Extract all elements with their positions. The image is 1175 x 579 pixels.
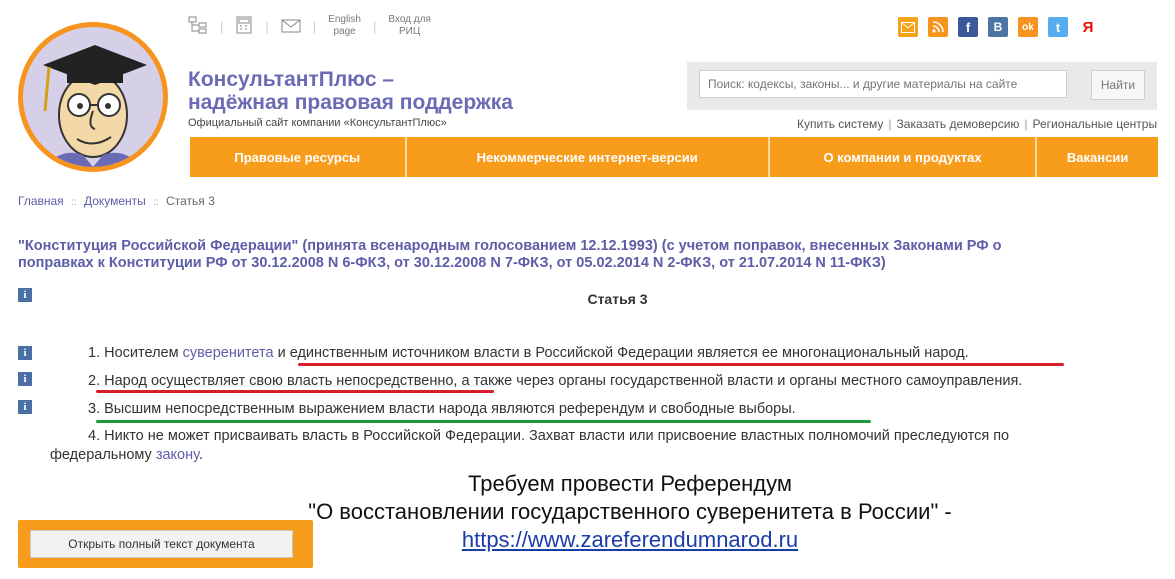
regional-centers-link[interactable]: Региональные центры [1033,117,1158,131]
social-icons: f B ok t Я [898,17,1098,37]
yandex-icon[interactable]: Я [1078,17,1098,37]
breadcrumb: Главная :: Документы :: Статья 3 [18,194,215,208]
divider: | [888,117,892,131]
article-heading: Статья 3 [587,291,648,307]
document-title-line2: поправках к Конституции РФ от 30.12.2008… [18,255,886,271]
nav-noncommercial-versions[interactable]: Некоммерческие интернет-версии [407,137,770,177]
divider: | [265,18,269,34]
paragraph-text: 2. [88,373,105,389]
sitemap-icon[interactable] [188,16,208,37]
paragraph-4-continued: федеральному закону. [50,447,203,463]
brand-line1: КонсультантПлюс – [188,68,395,91]
odnoklassniki-icon[interactable]: ok [1018,17,1038,37]
paragraph-1: 1. Носителем суверенитета и единственным… [88,345,969,361]
info-icon[interactable]: i [18,346,32,360]
top-utility-bar: | | | English page | Вход для РИЦ [188,14,431,38]
main-nav: Правовые ресурсы Некоммерческие интернет… [190,137,1158,177]
info-icon[interactable]: i [18,372,32,386]
logo-mascot-image [23,27,163,167]
document-title: "Конституция Российской Федерации" (прин… [18,238,1138,272]
nav-legal-resources[interactable]: Правовые ресурсы [190,137,407,177]
search-panel: Найти [687,62,1157,110]
logo[interactable] [18,22,168,172]
paragraph-text: , а также через органы государственной в… [453,373,1023,389]
paragraph-2: 2. Народ осуществляет свою власть непоср… [88,373,1022,389]
ric-login-line2: РИЦ [398,26,421,37]
english-page-line2: page [333,26,356,37]
search-input[interactable] [699,70,1067,98]
paragraph-text: 4. Никто не может присваивать власть в Р… [88,428,1010,444]
nav-about-company[interactable]: О компании и продуктах [770,137,1038,177]
rss-icon[interactable] [928,17,948,37]
document-title-line1: "Конституция Российской Федерации" (прин… [18,238,1002,254]
paragraph-text: . [198,447,203,463]
english-page-line1: English [328,14,361,25]
paragraph-text: 1. Носителем [88,345,183,361]
paragraph-4: 4. Никто не может присваивать власть в Р… [88,428,1158,444]
order-demo-link[interactable]: Заказать демоверсию [897,117,1020,131]
green-underline [96,420,871,423]
red-underline [298,363,1064,366]
twitter-icon[interactable]: t [1048,17,1068,37]
brand-line2: надёжная правовая поддержка [188,91,513,114]
highlighted-text: единственным источником власти в Российс… [289,345,969,361]
law-link[interactable]: закону [156,447,199,463]
paragraph-text: и [273,345,290,361]
brand-title[interactable]: КонсультантПлюс – надёжная правовая подд… [188,68,513,114]
search-button[interactable]: Найти [1091,70,1145,100]
paragraph-3: 3. Высшим непосредственным выражением вл… [88,401,796,417]
vkontakte-icon[interactable]: B [988,17,1008,37]
facebook-icon[interactable]: f [958,17,978,37]
breadcrumb-separator: :: [153,197,159,208]
email-subscribe-icon[interactable] [898,17,918,37]
divider: | [1024,117,1028,131]
info-icon[interactable]: i [18,400,32,414]
highlighted-text: Высшим непосредственным выражением власт… [104,401,796,417]
ric-login-link[interactable]: Вход для РИЦ [388,14,431,38]
article-heading-wrap: Статья 3 [0,291,1175,307]
breadcrumb-current: Статья 3 [166,194,215,208]
buy-system-link[interactable]: Купить систему [797,117,883,131]
overlay-line1: Требуем провести Референдум [468,471,792,496]
red-underline [96,390,494,393]
referendum-url-link[interactable]: https://www.zareferendumnarod.ru [462,527,798,552]
breadcrumb-separator: :: [71,197,77,208]
english-page-link[interactable]: English page [328,14,361,38]
divider: | [220,18,224,34]
paragraph-text: 3. [88,401,105,417]
overlay-line2: "О восстановлении государственного сувер… [308,499,952,524]
paragraph-text: федеральному [50,447,156,463]
ric-login-line1: Вход для [388,14,431,25]
mail-icon[interactable] [281,17,301,36]
divider: | [312,18,317,34]
overlay-caption: Требуем провести Референдум "О восстанов… [300,470,1175,554]
nav-vacancies[interactable]: Вакансии [1037,137,1158,177]
divider: | [372,18,377,34]
highlighted-text: Народ осуществляет свою власть непосредс… [104,373,454,389]
sovereignty-link[interactable]: суверенитета [183,345,274,361]
breadcrumb-documents[interactable]: Документы [84,194,146,208]
top-links: Купить систему | Заказать демоверсию | Р… [797,117,1157,131]
calculator-icon[interactable] [235,16,253,37]
brand-subtitle: Официальный сайт компании «КонсультантПл… [188,117,447,129]
breadcrumb-home[interactable]: Главная [18,194,64,208]
